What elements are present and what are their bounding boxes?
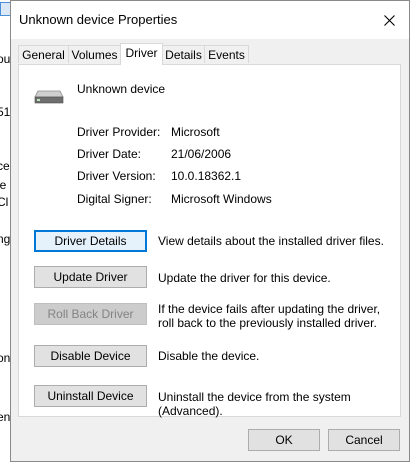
disable-device-button[interactable]: Disable Device xyxy=(34,345,147,367)
background-text-fragment: le xyxy=(0,178,7,192)
driver-details-description: View details about the installed driver … xyxy=(158,234,384,248)
driver-version-value: 10.0.18362.1 xyxy=(171,169,242,183)
background-text-fragment: 51 xyxy=(0,105,11,119)
driver-details-button[interactable]: Driver Details xyxy=(34,230,147,252)
update-driver-button[interactable]: Update Driver xyxy=(34,266,147,288)
ok-button[interactable]: OK xyxy=(248,429,320,451)
uninstall-device-button[interactable]: Uninstall Device xyxy=(34,385,147,407)
driver-tab-panel: Unknown device Driver Provider: Microsof… xyxy=(18,64,401,418)
properties-dialog: Unknown device Properties General Volume… xyxy=(10,0,410,462)
driver-date-value: 21/06/2006 xyxy=(171,147,232,161)
device-name: Unknown device xyxy=(77,82,166,96)
background-text-fragment: on xyxy=(0,351,11,365)
uninstall-device-description: Uninstall the device from the system (Ad… xyxy=(158,390,351,418)
tab-events[interactable]: Events xyxy=(204,45,249,63)
driver-provider-value: Microsoft xyxy=(171,125,220,139)
digital-signer-label: Digital Signer: xyxy=(77,192,152,206)
driver-date-label: Driver Date: xyxy=(77,147,142,161)
background-text-fragment: ce xyxy=(0,159,10,173)
dialog-title: Unknown device Properties xyxy=(19,12,178,27)
drive-icon xyxy=(34,87,64,108)
cancel-button[interactable]: Cancel xyxy=(328,429,400,451)
tab-volumes[interactable]: Volumes xyxy=(68,45,121,63)
tab-general[interactable]: General xyxy=(18,45,69,63)
driver-version-label: Driver Version: xyxy=(77,169,156,183)
tab-details[interactable]: Details xyxy=(162,45,205,63)
background-text-fragment: ng xyxy=(0,232,11,246)
digital-signer-value: Microsoft Windows xyxy=(171,192,272,206)
background-text-fragment: Cl xyxy=(0,195,9,209)
background-text-fragment: ou xyxy=(0,52,11,66)
roll-back-driver-description: If the device fails after updating the d… xyxy=(158,302,381,330)
update-driver-description: Update the driver for this device. xyxy=(158,271,331,285)
tab-driver[interactable]: Driver xyxy=(120,43,163,65)
disable-device-description: Disable the device. xyxy=(158,349,260,363)
background-text-fragment: en xyxy=(0,410,11,424)
driver-provider-label: Driver Provider: xyxy=(77,125,161,139)
close-icon xyxy=(383,14,395,26)
roll-back-driver-button: Roll Back Driver xyxy=(34,303,147,325)
close-button[interactable] xyxy=(369,1,409,39)
title-bar[interactable]: Unknown device Properties xyxy=(11,1,409,39)
